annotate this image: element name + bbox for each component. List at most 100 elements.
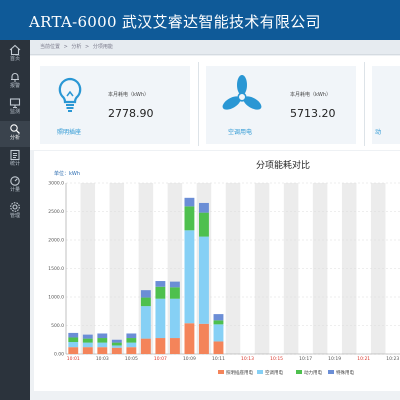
bar-segment [213,341,224,354]
bar-segment [199,212,209,237]
card-divider [198,62,199,146]
sidebar-item-label: 统计 [9,161,20,167]
y-tick-label: 2500.0 [48,209,64,215]
bar-segment [111,347,122,354]
sidebar-item-label: 计量 [9,187,20,193]
card-label: 动 [375,129,382,136]
bar-segment [169,281,180,288]
x-tick-label: 10:19 [328,356,341,362]
energy-bar-chart: 0.00 500.0 1000.0 1500.0 2000.0 2500.0 3000.0 1… [48,181,400,376]
sidebar-item-label: 管理 [9,213,20,219]
sidebar-item-settings[interactable]: 管理 [0,199,30,225]
bar-segment [68,347,79,354]
sidebar-item-label: 分析 [9,135,20,141]
bar-segment [68,332,79,338]
y-tick-label: 2000.0 [48,238,64,244]
summary-card-lighting[interactable]: 照明插座 本月耗电（kWh） 2778.90 [40,66,190,144]
summary-panel: 照明插座 本月耗电（kWh） 2778.90 空调用电 本月耗电（kWh） 57… [30,56,400,150]
bar-segment [111,339,122,343]
y-tick-label: 0.00 [54,352,64,358]
bar-segment [213,320,224,325]
breadcrumb-item[interactable]: 当前位置 [40,44,60,50]
x-tick-label: 10:05 [125,356,138,362]
breadcrumb-separator: > [85,44,90,50]
sidebar-item-home[interactable]: 首页 [0,42,30,68]
bar-segment [199,236,209,324]
x-tick-label: 10:23 [386,356,399,362]
y-tick-label: 3000.0 [48,181,64,187]
bar-segment [97,333,108,339]
app-title: ARTA-6000 武汉艾睿达智能技术有限公司 [29,13,321,31]
legend-swatch [218,370,224,374]
summary-card-power[interactable]: 动 [372,66,400,144]
sidebar-item-meter[interactable]: 计量 [0,173,30,199]
bar-segment [140,297,151,307]
bar-segment [140,338,151,354]
bar-segment [169,287,180,299]
sidebar-item-alarm[interactable]: 报警 [0,69,30,95]
y-tick-label: 1000.0 [48,295,64,301]
bell-icon [11,73,19,82]
bar-segment [140,306,151,339]
bar-segment [155,281,166,287]
x-tick-label: 10:13 [241,356,254,362]
card-value: 2778.90 [108,107,154,120]
x-tick-label: 10:15 [270,356,283,362]
bar-segment [169,298,180,339]
bar-segment [97,338,108,343]
chart-panel: 分项能耗对比 单位：kWh 0.00 500.0 1000.0 1500.0 2000.… [34,151,400,391]
bar-segment [155,338,166,354]
y-tick-label: 1500.0 [48,266,64,272]
analysis-icon [10,124,20,134]
fan-icon [222,75,262,110]
breadcrumb: 当前位置 > 分析 > 分项用能 [30,40,400,55]
legend-label: 特殊用电 [336,369,354,376]
card-metric-label: 本月耗电（kWh） [290,92,332,98]
bar-segment [213,324,224,342]
x-tick-label: 10:07 [154,356,167,362]
bar-segment [199,323,209,354]
bar-segment [184,230,195,324]
card-divider [364,62,365,146]
report-icon [10,149,20,161]
bar-segment [68,342,79,348]
bar-segment [199,202,209,213]
legend-swatch [257,370,263,374]
legend-label: 动力用电 [304,369,322,376]
x-tick-label: 10:01 [67,356,80,362]
sidebar-item-report[interactable]: 统计 [0,147,30,173]
bar-segment [82,334,93,339]
sidebar-item-analysis[interactable]: 分析 [0,121,30,147]
card-value: 5713.20 [290,107,336,120]
breadcrumb-item[interactable]: 分析 [71,44,81,50]
bar-segment [111,342,122,346]
bar-segment [126,342,137,348]
x-tick-label: 10:03 [96,356,109,362]
card-metric-label: 本月耗电（kWh） [108,92,150,98]
breadcrumb-separator: > [63,44,68,50]
lightbulb-icon [58,77,82,112]
bar-segment [184,206,195,231]
legend-label: 照明插座用电 [226,369,253,376]
x-tick-label: 10:09 [183,356,196,362]
bar-segment [68,337,79,343]
x-tick-label: 10:21 [357,356,370,362]
bar-segment [97,347,108,354]
sidebar: 首页 报警 监测 分析 统计 计量 管理 [0,40,30,400]
app-header: ARTA-6000 武汉艾睿达智能技术有限公司 [0,0,400,40]
sidebar-item-monitor[interactable]: 监测 [0,95,30,121]
home-icon [9,44,21,56]
sidebar-item-label: 首页 [9,56,20,62]
summary-card-aircon[interactable]: 空调用电 本月耗电（kWh） 5713.20 [206,66,356,144]
bar-segment [155,298,166,339]
meter-icon [10,176,20,186]
legend-label: 空调用电 [265,369,283,376]
card-label: 空调用电 [228,129,253,136]
bar-segment [82,338,93,343]
bar-segment [184,323,195,354]
y-tick-label: 500.0 [51,323,64,329]
sidebar-item-label: 报警 [9,83,20,89]
legend-swatch [328,370,334,374]
settings-icon [10,202,20,212]
bar-segment [97,342,108,348]
